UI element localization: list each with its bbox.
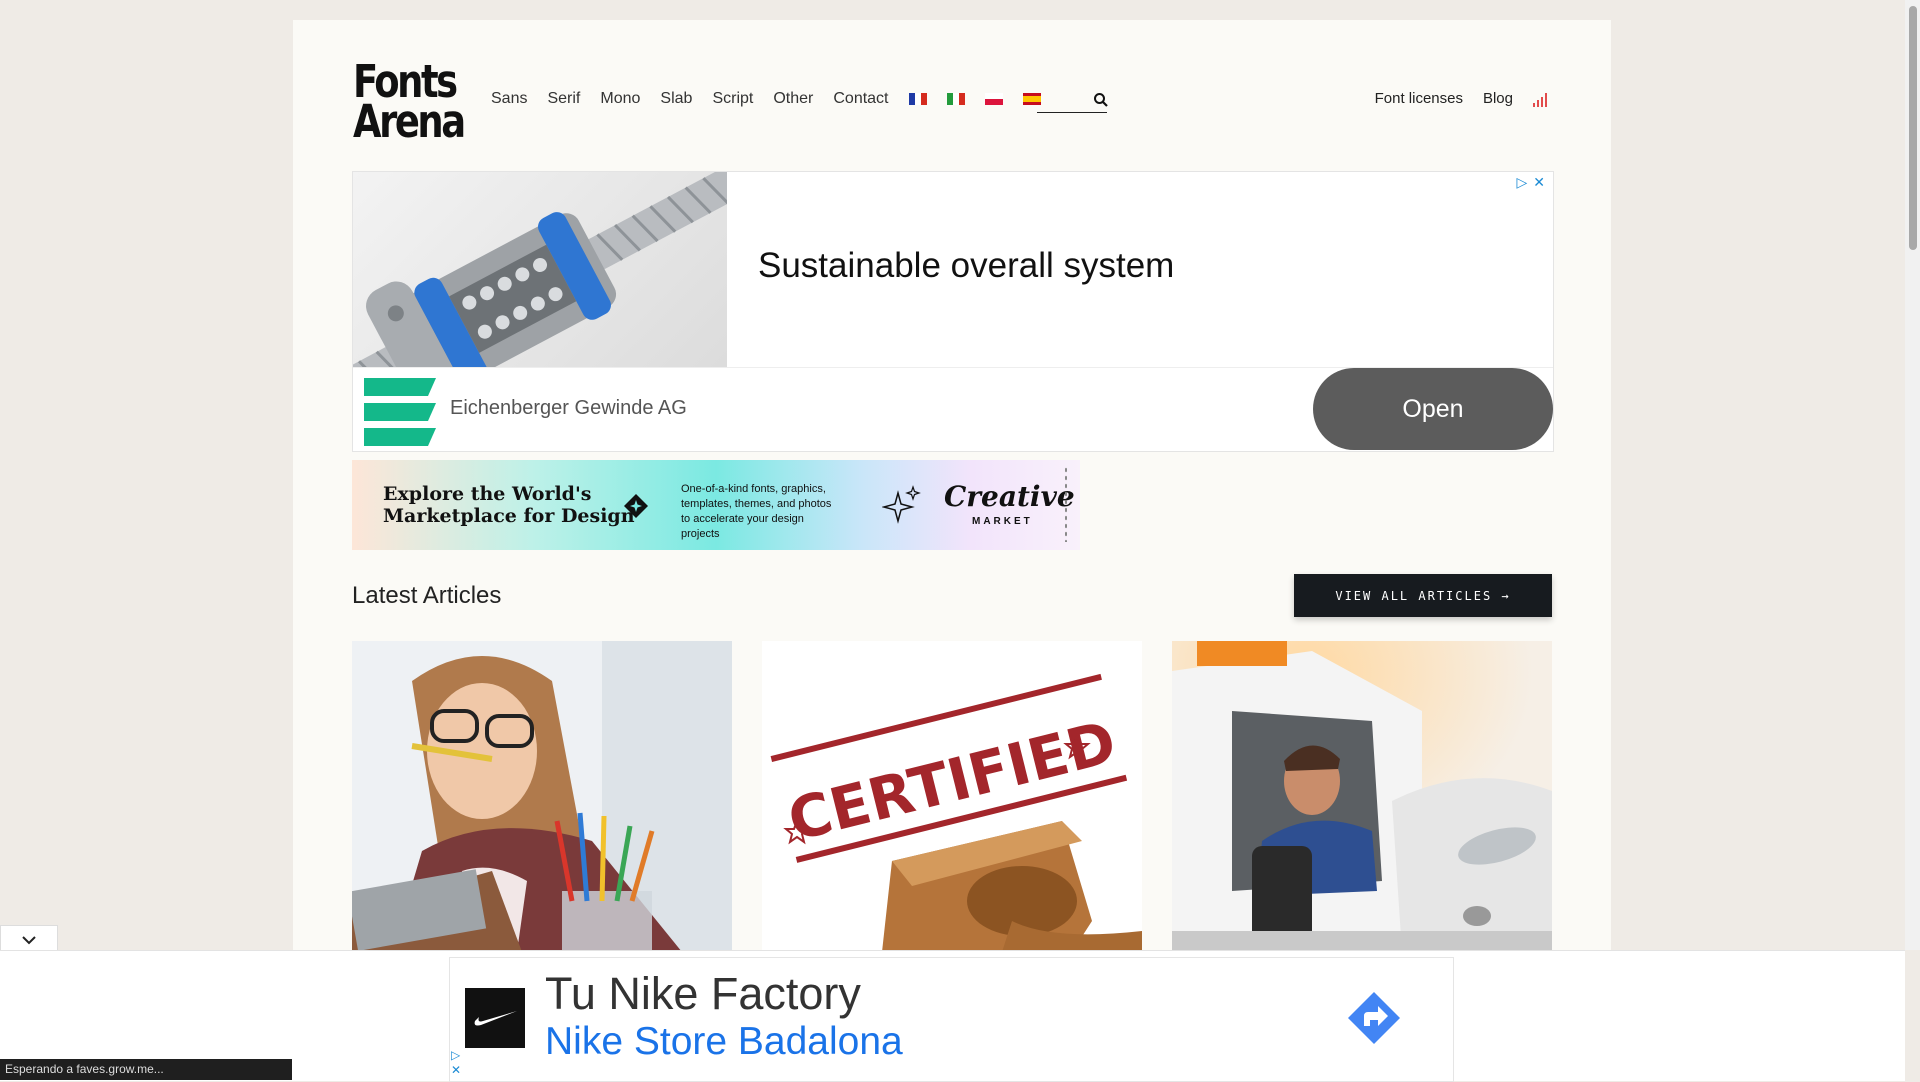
article-image-certified: CERTIFIED — [762, 641, 1142, 952]
nav-mono[interactable]: Mono — [600, 90, 640, 108]
browser-status-bar: Esperando a faves.grow.me... — [0, 1059, 292, 1080]
nav-sans[interactable]: Sans — [491, 90, 527, 108]
banner-headline: Explore the World's Marketplace for Desi… — [383, 483, 635, 527]
nav-other[interactable]: Other — [773, 90, 813, 108]
nav-font-licenses[interactable]: Font licenses — [1375, 90, 1463, 107]
bottom-ad[interactable]: Tu Nike Factory Nike Store Badalona ▷ ✕ — [449, 957, 1454, 1082]
adchoices-icon[interactable]: ▷ — [1516, 174, 1527, 191]
view-all-articles-button[interactable]: VIEW ALL ARTICLES → — [1294, 574, 1552, 617]
adchoices-icon-bottom[interactable]: ▷ — [451, 1048, 461, 1063]
search-box — [1037, 92, 1109, 113]
article-card-3[interactable] — [1172, 641, 1552, 952]
nike-swoosh-icon — [474, 1011, 517, 1026]
page-container: Fonts Arena Sans Serif Mono Slab Script … — [293, 20, 1611, 1080]
article-image-woman — [352, 641, 732, 952]
bottom-ad-title[interactable]: Tu Nike Factory — [545, 968, 861, 1020]
creative-market-logo-sub: MARKET — [972, 516, 1033, 527]
search-icon[interactable] — [1093, 92, 1109, 108]
signal-bars-icon[interactable] — [1533, 91, 1549, 107]
bottom-ad-subtitle[interactable]: Nike Store Badalona — [545, 1020, 903, 1064]
banner-headline-line1: Explore the World's — [383, 483, 592, 505]
secondary-nav: Font licenses Blog — [1375, 90, 1549, 107]
ball-screw-image — [353, 172, 727, 367]
scrollbar-thumb[interactable] — [1909, 6, 1917, 250]
advertiser-name: Eichenberger Gewinde AG — [450, 397, 687, 419]
nav-serif[interactable]: Serif — [547, 90, 580, 108]
article-image-van-driver — [1172, 641, 1552, 952]
top-ad[interactable]: Sustainable overall system Eichenberger … — [352, 171, 1554, 452]
creative-market-banner[interactable]: Explore the World's Marketplace for Desi… — [352, 460, 1080, 550]
directions-icon[interactable] — [1346, 990, 1402, 1046]
page-scrollbar[interactable] — [1905, 0, 1920, 950]
open-button[interactable]: Open — [1313, 368, 1553, 450]
tag-icon — [624, 494, 648, 518]
logo-line2: Arena — [353, 95, 466, 148]
chevron-down-icon — [22, 936, 36, 945]
article-card-1[interactable] — [352, 641, 732, 952]
banner-headline-line2: Marketplace for Design — [383, 505, 635, 527]
ad-headline[interactable]: Sustainable overall system — [758, 246, 1174, 286]
close-icon[interactable]: ✕ — [1533, 174, 1545, 191]
nav-contact[interactable]: Contact — [833, 90, 888, 108]
section-title: Latest Articles — [352, 582, 502, 609]
site-logo[interactable]: Fonts Arena — [353, 59, 466, 148]
ad-choices[interactable]: ▷ ✕ — [1516, 174, 1545, 191]
search-input[interactable] — [1037, 92, 1097, 112]
nike-logo — [465, 988, 525, 1048]
article-card-2[interactable]: CERTIFIED — [762, 641, 1142, 952]
flag-it-icon[interactable] — [946, 93, 965, 105]
creative-market-logo: Creative — [944, 480, 1075, 513]
flag-pl-icon[interactable] — [984, 93, 1003, 105]
nav-slab[interactable]: Slab — [660, 90, 692, 108]
close-icon-bottom[interactable]: ✕ — [451, 1063, 461, 1078]
advertiser-logo — [364, 378, 436, 446]
main-nav: Sans Serif Mono Slab Script Other Contac… — [491, 90, 1061, 108]
nav-blog[interactable]: Blog — [1483, 90, 1513, 107]
ad-choices-bottom[interactable]: ▷ ✕ — [451, 1048, 461, 1078]
flag-fr-icon[interactable] — [908, 93, 927, 105]
sparkle-icon — [882, 485, 921, 524]
banner-body: One-of-a-kind fonts, graphics, templates… — [681, 483, 832, 540]
nav-script[interactable]: Script — [712, 90, 753, 108]
banner-dots — [1064, 466, 1068, 542]
